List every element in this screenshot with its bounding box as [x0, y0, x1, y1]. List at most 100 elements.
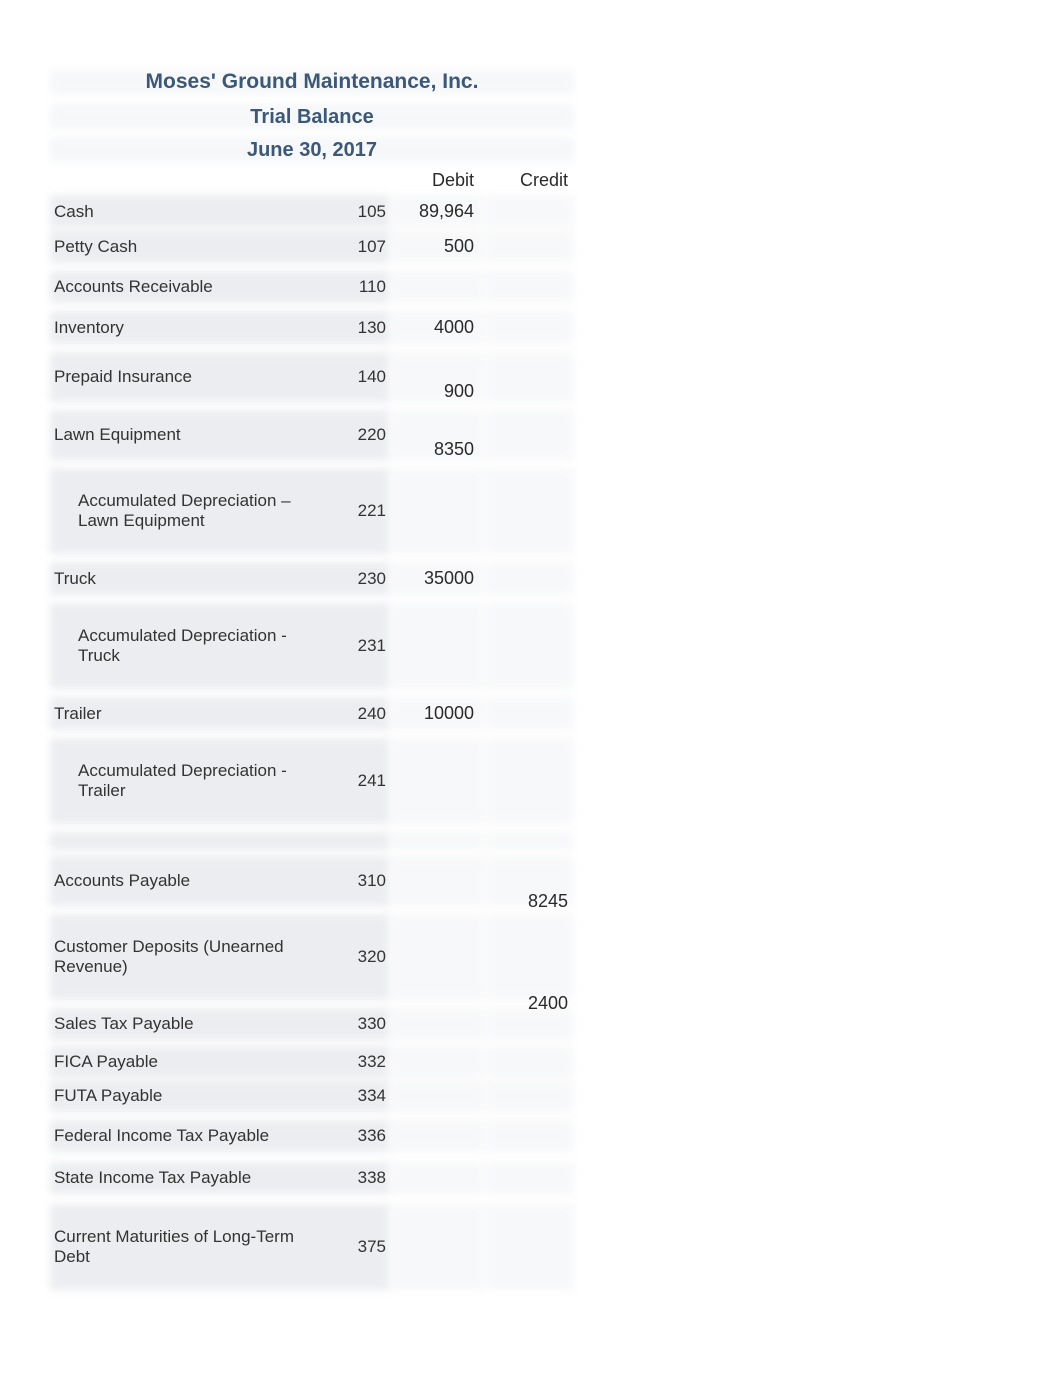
account-name: Accumulated Depreciation - Trailer [50, 755, 310, 807]
credit-value [482, 429, 574, 441]
account-name: Cash [50, 196, 310, 228]
table-row: Accounts Receivable110 [50, 271, 574, 303]
report-title: Trial Balance [50, 104, 574, 129]
account-number: 336 [310, 1120, 390, 1152]
account-name: Trailer [50, 698, 310, 730]
account-number: 334 [310, 1080, 390, 1112]
account-number: 140 [310, 361, 390, 393]
account-name: Prepaid Insurance [50, 361, 310, 393]
company-name: Moses' Ground Maintenance, Inc. [50, 70, 574, 94]
account-name: Accumulated Depreciation - Truck [50, 620, 310, 672]
debit-value [390, 1018, 482, 1030]
credit-value [482, 1130, 574, 1142]
credit-value [482, 206, 574, 218]
account-name: Sales Tax Payable [50, 1008, 310, 1040]
debit-value [390, 281, 482, 293]
credit-value [482, 1056, 574, 1068]
debit-value: 89,964 [390, 195, 482, 228]
credit-value [482, 322, 574, 334]
table-row: Current Maturities of Long-Term Debt375 [50, 1204, 574, 1290]
debit-value [390, 640, 482, 652]
debit-header: Debit [390, 170, 482, 191]
debit-value [390, 1130, 482, 1142]
table-row: Truck23035000 [50, 562, 574, 595]
credit-value [482, 281, 574, 293]
debit-value: 8350 [390, 433, 482, 466]
table-row: Federal Income Tax Payable336 [50, 1120, 574, 1152]
credit-value [482, 708, 574, 720]
account-number: 310 [310, 865, 390, 897]
table-row: Customer Deposits (Unearned Revenue)3202… [50, 914, 574, 1000]
table-row: State Income Tax Payable338 [50, 1162, 574, 1194]
table-row: Inventory1304000 [50, 311, 574, 344]
debit-value [390, 505, 482, 517]
account-number: 338 [310, 1162, 390, 1194]
credit-value [482, 1090, 574, 1102]
debit-value [390, 875, 482, 887]
table-row: Cash10589,964 [50, 195, 574, 228]
account-name: Accounts Receivable [50, 271, 310, 303]
credit-value [482, 241, 574, 253]
spacer-row [50, 832, 574, 850]
table-row: Prepaid Insurance140900 [50, 352, 574, 402]
debit-value [390, 1172, 482, 1184]
credit-value [482, 775, 574, 787]
account-number: 231 [310, 630, 390, 662]
debit-value: 900 [390, 375, 482, 408]
trial-balance-container: Moses' Ground Maintenance, Inc. Trial Ba… [50, 70, 574, 1298]
debit-value [390, 1241, 482, 1253]
data-rows: Cash10589,964Petty Cash107500Accounts Re… [50, 195, 574, 1298]
debit-value [390, 1090, 482, 1102]
credit-value: 8245 [482, 885, 574, 918]
account-name: Petty Cash [50, 231, 310, 263]
account-number: 330 [310, 1008, 390, 1040]
credit-header: Credit [482, 170, 574, 191]
header-date-row: June 30, 2017 [50, 137, 574, 162]
account-number: 320 [310, 941, 390, 973]
account-name: State Income Tax Payable [50, 1162, 310, 1194]
debit-value [390, 951, 482, 963]
header-title-row: Trial Balance [50, 104, 574, 129]
credit-value: 2400 [482, 987, 574, 1020]
report-date: June 30, 2017 [50, 137, 574, 162]
account-name: Current Maturities of Long-Term Debt [50, 1221, 310, 1273]
account-name: Lawn Equipment [50, 419, 310, 451]
table-row: Accumulated Depreciation – Lawn Equipmen… [50, 468, 574, 554]
account-number: 105 [310, 196, 390, 228]
account-name: Inventory [50, 312, 310, 344]
account-name: Federal Income Tax Payable [50, 1120, 310, 1152]
table-row: FICA Payable332 [50, 1046, 574, 1078]
account-number: 107 [310, 231, 390, 263]
column-headers: Debit Credit [50, 166, 574, 195]
account-number: 220 [310, 419, 390, 451]
account-name: Accounts Payable [50, 865, 310, 897]
table-row: Trailer24010000 [50, 697, 574, 730]
account-name: FUTA Payable [50, 1080, 310, 1112]
credit-value [482, 1018, 574, 1030]
account-name: Accumulated Depreciation – Lawn Equipmen… [50, 485, 310, 537]
credit-value [482, 1172, 574, 1184]
debit-value: 10000 [390, 697, 482, 730]
account-number: 332 [310, 1046, 390, 1078]
account-number: 130 [310, 312, 390, 344]
table-row: FUTA Payable334 [50, 1080, 574, 1112]
table-row: Accumulated Depreciation - Truck231 [50, 603, 574, 689]
table-row: Accumulated Depreciation - Trailer241 [50, 738, 574, 824]
debit-value: 500 [390, 230, 482, 263]
credit-value [482, 573, 574, 585]
account-name: FICA Payable [50, 1046, 310, 1078]
account-number: 230 [310, 563, 390, 595]
table-row: Petty Cash107500 [50, 230, 574, 263]
account-number: 240 [310, 698, 390, 730]
credit-value [482, 640, 574, 652]
debit-value [390, 1056, 482, 1068]
table-row: Accounts Payable3108245 [50, 856, 574, 906]
credit-value [482, 505, 574, 517]
account-name: Truck [50, 563, 310, 595]
header-company-row: Moses' Ground Maintenance, Inc. [50, 70, 574, 94]
credit-value [482, 371, 574, 383]
account-number: 241 [310, 765, 390, 797]
debit-value: 4000 [390, 311, 482, 344]
credit-value [482, 1241, 574, 1253]
debit-value: 35000 [390, 562, 482, 595]
